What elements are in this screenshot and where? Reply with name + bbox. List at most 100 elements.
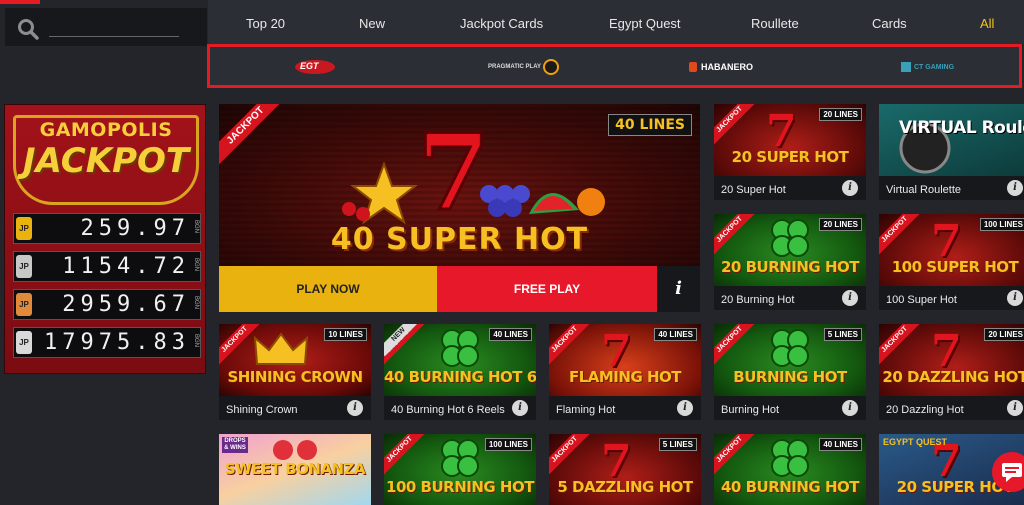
jackpot-ribbon: JACKPOT [549,434,598,483]
egypt-quest-badge: EGYPT QUEST [883,437,948,447]
game-thumbnail[interactable]: 20 BURNING HOT JACKPOT 20 LINES [714,214,866,286]
category-tabs: Top 20 New Jackpot Cards Egypt Quest Rou… [208,0,1024,44]
game-thumbnail[interactable]: 7 20 SUPER HOT JACKPOT 20 LINES [714,104,866,176]
featured-game-title: 40 SUPER HOT [330,222,589,257]
game-name: 20 Dazzling Hot [886,404,964,416]
play-now-button[interactable]: PLAY NOW [219,266,437,312]
tab-top-20[interactable]: Top 20 [246,16,285,31]
info-icon[interactable]: i [1007,400,1023,416]
tab-all[interactable]: All [980,16,994,31]
game-thumbnail[interactable]: 40 BURNING HOT JACKPOT 40 LINES [714,434,866,505]
game-tile[interactable]: 7 20 DAZZLING HOT JACKPOT 20 LINES 20 Dazzli… [879,324,1024,420]
fruits-artwork-icon: 7 [342,114,605,224]
game-name: Shining Crown [226,404,298,416]
lines-badge: 40 LINES [654,328,697,341]
info-icon[interactable]: i [1007,290,1023,306]
clover-icon [441,439,479,477]
tab-roullete[interactable]: Roullete [751,16,799,31]
tab-new[interactable]: New [359,16,385,31]
game-name: 100 Super Hot [886,294,957,306]
free-play-button[interactable]: FREE PLAY [437,266,657,312]
jackpot-ribbon: JACKPOT [879,324,928,373]
jackpot-ribbon: JACKPOT [714,434,763,483]
game-tile[interactable]: 40 BURNING HOT JACKPOT 40 LINES [714,434,866,505]
game-tile[interactable]: 40 BURNING HOT 6JACKPOTNEW40 LINES 40 Bur… [384,324,536,420]
info-icon[interactable]: i [842,400,858,416]
jackpot-currency: BGN [193,334,199,348]
game-thumbnail[interactable]: VIRTUAL Roulette [879,104,1024,176]
provider-habanero[interactable]: HABANERO [688,58,753,76]
search-input[interactable] [49,16,179,36]
game-thumbnail[interactable]: 7 FLAMING HOT JACKPOT 40 LINES [549,324,701,396]
jackpot-title-bottom: JACKPOT [22,141,190,181]
lines-badge: 20 LINES [819,108,862,121]
jackpot-ribbon: JACKPOT [714,324,763,373]
tab-jackpot-cards[interactable]: Jackpot Cards [460,16,543,31]
game-tile[interactable]: 7 20 SUPER HOT JACKPOT 20 LINES 20 Super Hot… [714,104,866,200]
game-artwork-title: SWEET BONANZA [224,460,366,478]
info-icon[interactable]: i [1007,180,1023,196]
ct-gaming-logo-icon [901,62,911,72]
lines-badge: 40 LINES [489,328,532,341]
game-tile[interactable]: SWEET BONANZA DROPS & WINS [219,434,371,505]
jackpot-badge: JP [16,255,32,278]
page-root: Top 20 New Jackpot Cards Egypt Quest Rou… [0,0,1024,505]
game-thumbnail[interactable]: SWEET BONANZA DROPS & WINS [219,434,371,505]
jackpot-badge: JP [16,217,32,240]
provider-egt[interactable]: EGT [292,58,338,76]
chat-button[interactable] [992,452,1024,492]
game-artwork-title: 20 BURNING HOT [720,258,860,276]
lines-badge: 10 LINES [324,328,367,341]
search-icon[interactable] [17,18,39,40]
provider-label: PRAGMATIC PLAY [488,64,542,70]
featured-game-artwork[interactable]: 7 JACKPOT 40 LINES 40 SUPER HOT [219,104,700,266]
info-icon[interactable]: i [512,400,528,416]
game-artwork-title: 20 SUPER HOT [731,148,849,166]
pragmatic-logo-icon [543,59,560,75]
clover-icon [441,329,479,367]
lines-badge: 5 LINES [823,328,862,341]
jackpot-ribbon: JACKPOT [549,324,598,373]
jackpot-ribbon: JACKPOT [714,214,763,263]
featured-game-info-button[interactable]: i [657,266,700,312]
jackpot-ribbon: JACKPOT [384,434,433,483]
info-icon[interactable]: i [677,400,693,416]
tab-egypt-quest[interactable]: Egypt Quest [609,16,681,31]
search-box[interactable] [5,8,207,46]
jackpot-ribbon: JACKPOT [879,214,928,263]
game-tile[interactable]: VIRTUAL Roulette Virtual Roulette i [879,104,1024,200]
game-tile[interactable]: SHINING CROWN JACKPOT 10 LINES Shining Crow… [219,324,371,420]
info-icon[interactable]: i [347,400,363,416]
game-tile[interactable]: 7 FLAMING HOT JACKPOT 40 LINES Flaming Hot i [549,324,701,420]
game-thumbnail[interactable]: 75 DAZZLING HOT JACKPOT 5 LINES [549,434,701,505]
game-thumbnail[interactable]: 7 100 SUPER HOT JACKPOT 100 LINES [879,214,1024,286]
clover-icon [771,329,809,367]
game-artwork-title: 100 SUPER HOT [891,258,1019,276]
jackpot-level-1: JP 259.97 BGN [13,213,201,244]
game-name: 20 Burning Hot [721,294,795,306]
info-icon[interactable]: i [842,290,858,306]
game-thumbnail[interactable]: BURNING HOT JACKPOT 5 LINES [714,324,866,396]
jackpot-level-4: JP 17975.83 BGN [13,327,201,358]
candy-hearts-icon [273,440,317,460]
game-tile[interactable]: BURNING HOT JACKPOT 5 LINES Burning Hot i [714,324,866,420]
game-tile[interactable]: 20 BURNING HOT JACKPOT 20 LINES 20 Burning … [714,214,866,310]
game-artwork-title: 20 DAZZLING HOT [882,368,1024,386]
game-thumbnail[interactable]: 40 BURNING HOT 6JACKPOTNEW40 LINES [384,324,536,396]
game-artwork-title: SHINING CROWN [227,368,363,386]
game-tile[interactable]: 7 100 SUPER HOT JACKPOT 100 LINES 100 Super … [879,214,1024,310]
lines-badge: 40 LINES [819,438,862,451]
game-name: Virtual Roulette [886,184,962,196]
game-thumbnail[interactable]: 7 20 DAZZLING HOT JACKPOT 20 LINES [879,324,1024,396]
lines-badge: 40 LINES [608,114,692,136]
provider-pragmatic[interactable]: PRAGMATIC PLAY [488,58,560,76]
game-thumbnail[interactable]: 100 BURNING HOT JACKPOT 100 LINES [384,434,536,505]
jackpot-level-2: JP 1154.72 BGN [13,251,201,282]
jackpot-value: 2959.67 [62,292,190,317]
info-icon[interactable]: i [842,180,858,196]
tab-cards[interactable]: Cards [872,16,907,31]
game-thumbnail[interactable]: SHINING CROWN JACKPOT 10 LINES [219,324,371,396]
provider-ct-gaming[interactable]: CT GAMING [900,58,954,76]
game-tile[interactable]: 75 DAZZLING HOT JACKPOT 5 LINES [549,434,701,505]
game-tile[interactable]: 100 BURNING HOT JACKPOT 100 LINES [384,434,536,505]
